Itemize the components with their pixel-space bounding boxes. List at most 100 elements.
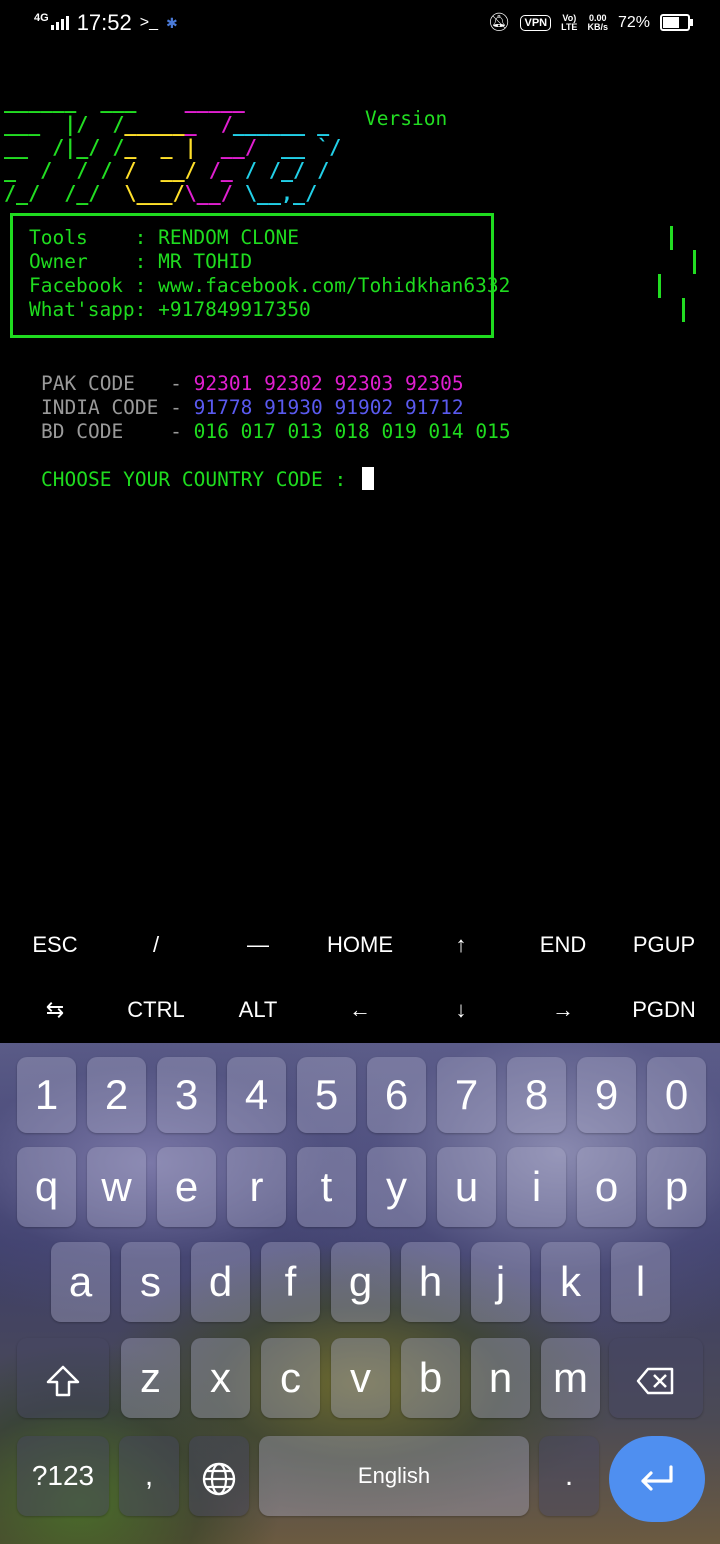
enter-key[interactable]: [609, 1436, 705, 1522]
key-end[interactable]: END: [513, 913, 613, 977]
space-key[interactable]: English: [259, 1436, 529, 1516]
key-v[interactable]: v: [331, 1338, 390, 1418]
key-8[interactable]: 8: [507, 1057, 566, 1133]
code-values: 016 017 013 018 019 014 015: [193, 420, 511, 443]
key-y[interactable]: y: [367, 1147, 426, 1227]
key-s[interactable]: s: [121, 1242, 180, 1322]
text-cursor: [361, 467, 374, 490]
signal-indicator: 4G: [34, 12, 69, 30]
key-pgup[interactable]: PGUP: [614, 913, 714, 977]
info-tools: Tools : RENDOM CLONE: [29, 226, 300, 249]
country-codes: PAK CODE - 92301 92302 92303 92305 INDIA…: [41, 372, 511, 444]
key-g[interactable]: g: [331, 1242, 390, 1322]
key-tab[interactable]: ⇆: [5, 978, 105, 1042]
soft-keyboard: 1234567890 qwertyuiop asdfghjkl zxcvbnm ?12…: [0, 1043, 720, 1544]
code-label: INDIA CODE -: [41, 396, 194, 419]
globe-icon: [201, 1452, 237, 1499]
key-6[interactable]: 6: [367, 1057, 426, 1133]
info-box: Tools : RENDOM CLONE Owner : MR TOHID Fa…: [10, 213, 510, 338]
key-p[interactable]: p: [647, 1147, 706, 1227]
info-owner: Owner : MR TOHID: [29, 250, 253, 273]
key-esc[interactable]: ESC: [5, 913, 105, 977]
key-down[interactable]: ↓: [411, 978, 511, 1042]
key-up[interactable]: ↑: [411, 913, 511, 977]
rain-line: [682, 298, 685, 322]
key-e[interactable]: e: [157, 1147, 216, 1227]
input-prompt[interactable]: CHOOSE YOUR COUNTRY CODE :: [41, 467, 374, 492]
shift-icon: [45, 1354, 81, 1401]
signal-bars-icon: [50, 16, 69, 30]
key-9[interactable]: 9: [577, 1057, 636, 1133]
key-c[interactable]: c: [261, 1338, 320, 1418]
key-1[interactable]: 1: [17, 1057, 76, 1133]
backspace-icon: [636, 1354, 676, 1401]
extra-keys-bar: ESC / — HOME ↑ END PGUP ⇆ CTRL ALT ← ↓ →…: [0, 913, 720, 1043]
rain-line: [658, 274, 661, 298]
key-d[interactable]: d: [191, 1242, 250, 1322]
code-row-bd: BD CODE - 016 017 013 018 019 014 015: [41, 420, 511, 444]
battery-percent: 72%: [617, 13, 650, 31]
terminal-notification-icon: >_: [139, 14, 158, 31]
key-right[interactable]: →: [513, 978, 613, 1042]
key-3[interactable]: 3: [157, 1057, 216, 1133]
key-k[interactable]: k: [541, 1242, 600, 1322]
key-home[interactable]: HOME: [310, 913, 410, 977]
key-ctrl[interactable]: CTRL: [106, 978, 206, 1042]
key-5[interactable]: 5: [297, 1057, 356, 1133]
enter-icon: [637, 1463, 677, 1500]
key-dash[interactable]: —: [208, 913, 308, 977]
key-q[interactable]: q: [17, 1147, 76, 1227]
battery-icon: [660, 14, 693, 31]
clock: 17:52: [76, 10, 132, 35]
rain-line: [693, 250, 696, 274]
key-l[interactable]: l: [611, 1242, 670, 1322]
battery-fill: [663, 17, 679, 28]
net-speed: 0.00 KB/s: [587, 13, 608, 32]
backspace-key[interactable]: [609, 1338, 703, 1418]
comma-key[interactable]: ,: [119, 1436, 179, 1516]
key-7[interactable]: 7: [437, 1057, 496, 1133]
volte-indicator: Vo) LTE: [561, 13, 577, 32]
network-type: 4G: [34, 12, 49, 24]
speed-unit: KB/s: [587, 21, 608, 32]
key-left[interactable]: ←: [310, 978, 410, 1042]
code-label: BD CODE -: [41, 420, 194, 443]
key-z[interactable]: z: [121, 1338, 180, 1418]
vpn-badge: VPN: [520, 14, 552, 31]
period-key[interactable]: .: [539, 1436, 599, 1516]
key-o[interactable]: o: [577, 1147, 636, 1227]
code-label: PAK CODE -: [41, 372, 194, 395]
key-f[interactable]: f: [261, 1242, 320, 1322]
info-facebook: Facebook : www.facebook.com/Tohidkhan633…: [29, 274, 511, 297]
key-0[interactable]: 0: [647, 1057, 706, 1133]
key-b[interactable]: b: [401, 1338, 460, 1418]
key-w[interactable]: w: [87, 1147, 146, 1227]
status-left: 4G 17:52 >_ ✱: [34, 10, 178, 36]
key-4[interactable]: 4: [227, 1057, 286, 1133]
version-label: Version: [365, 107, 448, 130]
symbols-key[interactable]: ?123: [17, 1436, 109, 1516]
key-pgdn[interactable]: PGDN: [614, 978, 714, 1042]
key-n[interactable]: n: [471, 1338, 530, 1418]
key-h[interactable]: h: [401, 1242, 460, 1322]
key-r[interactable]: r: [227, 1147, 286, 1227]
key-j[interactable]: j: [471, 1242, 530, 1322]
key-x[interactable]: x: [191, 1338, 250, 1418]
key-slash[interactable]: /: [106, 913, 206, 977]
key-a[interactable]: a: [51, 1242, 110, 1322]
key-t[interactable]: t: [297, 1147, 356, 1227]
key-alt[interactable]: ALT: [208, 978, 308, 1042]
key-u[interactable]: u: [437, 1147, 496, 1227]
key-2[interactable]: 2: [87, 1057, 146, 1133]
prompt-text: CHOOSE YOUR COUNTRY CODE :: [41, 468, 358, 491]
status-bar: 4G 17:52 >_ ✱ 🔕︎ VPN Vo) LTE 0.00 KB/s 72%: [0, 0, 720, 48]
sync-icon: ✱: [166, 14, 178, 31]
key-i[interactable]: i: [507, 1147, 566, 1227]
info-whatsapp: What'sapp: +917849917350: [29, 298, 311, 321]
ascii-logo: ______ ___ _____ ___ |/ /______ /______ …: [4, 89, 342, 205]
shift-key[interactable]: [17, 1338, 109, 1418]
language-key[interactable]: [189, 1436, 249, 1516]
key-m[interactable]: m: [541, 1338, 600, 1418]
code-values: 91778 91930 91902 91712: [193, 396, 464, 419]
status-right: 🔕︎ VPN Vo) LTE 0.00 KB/s 72%: [488, 12, 693, 33]
